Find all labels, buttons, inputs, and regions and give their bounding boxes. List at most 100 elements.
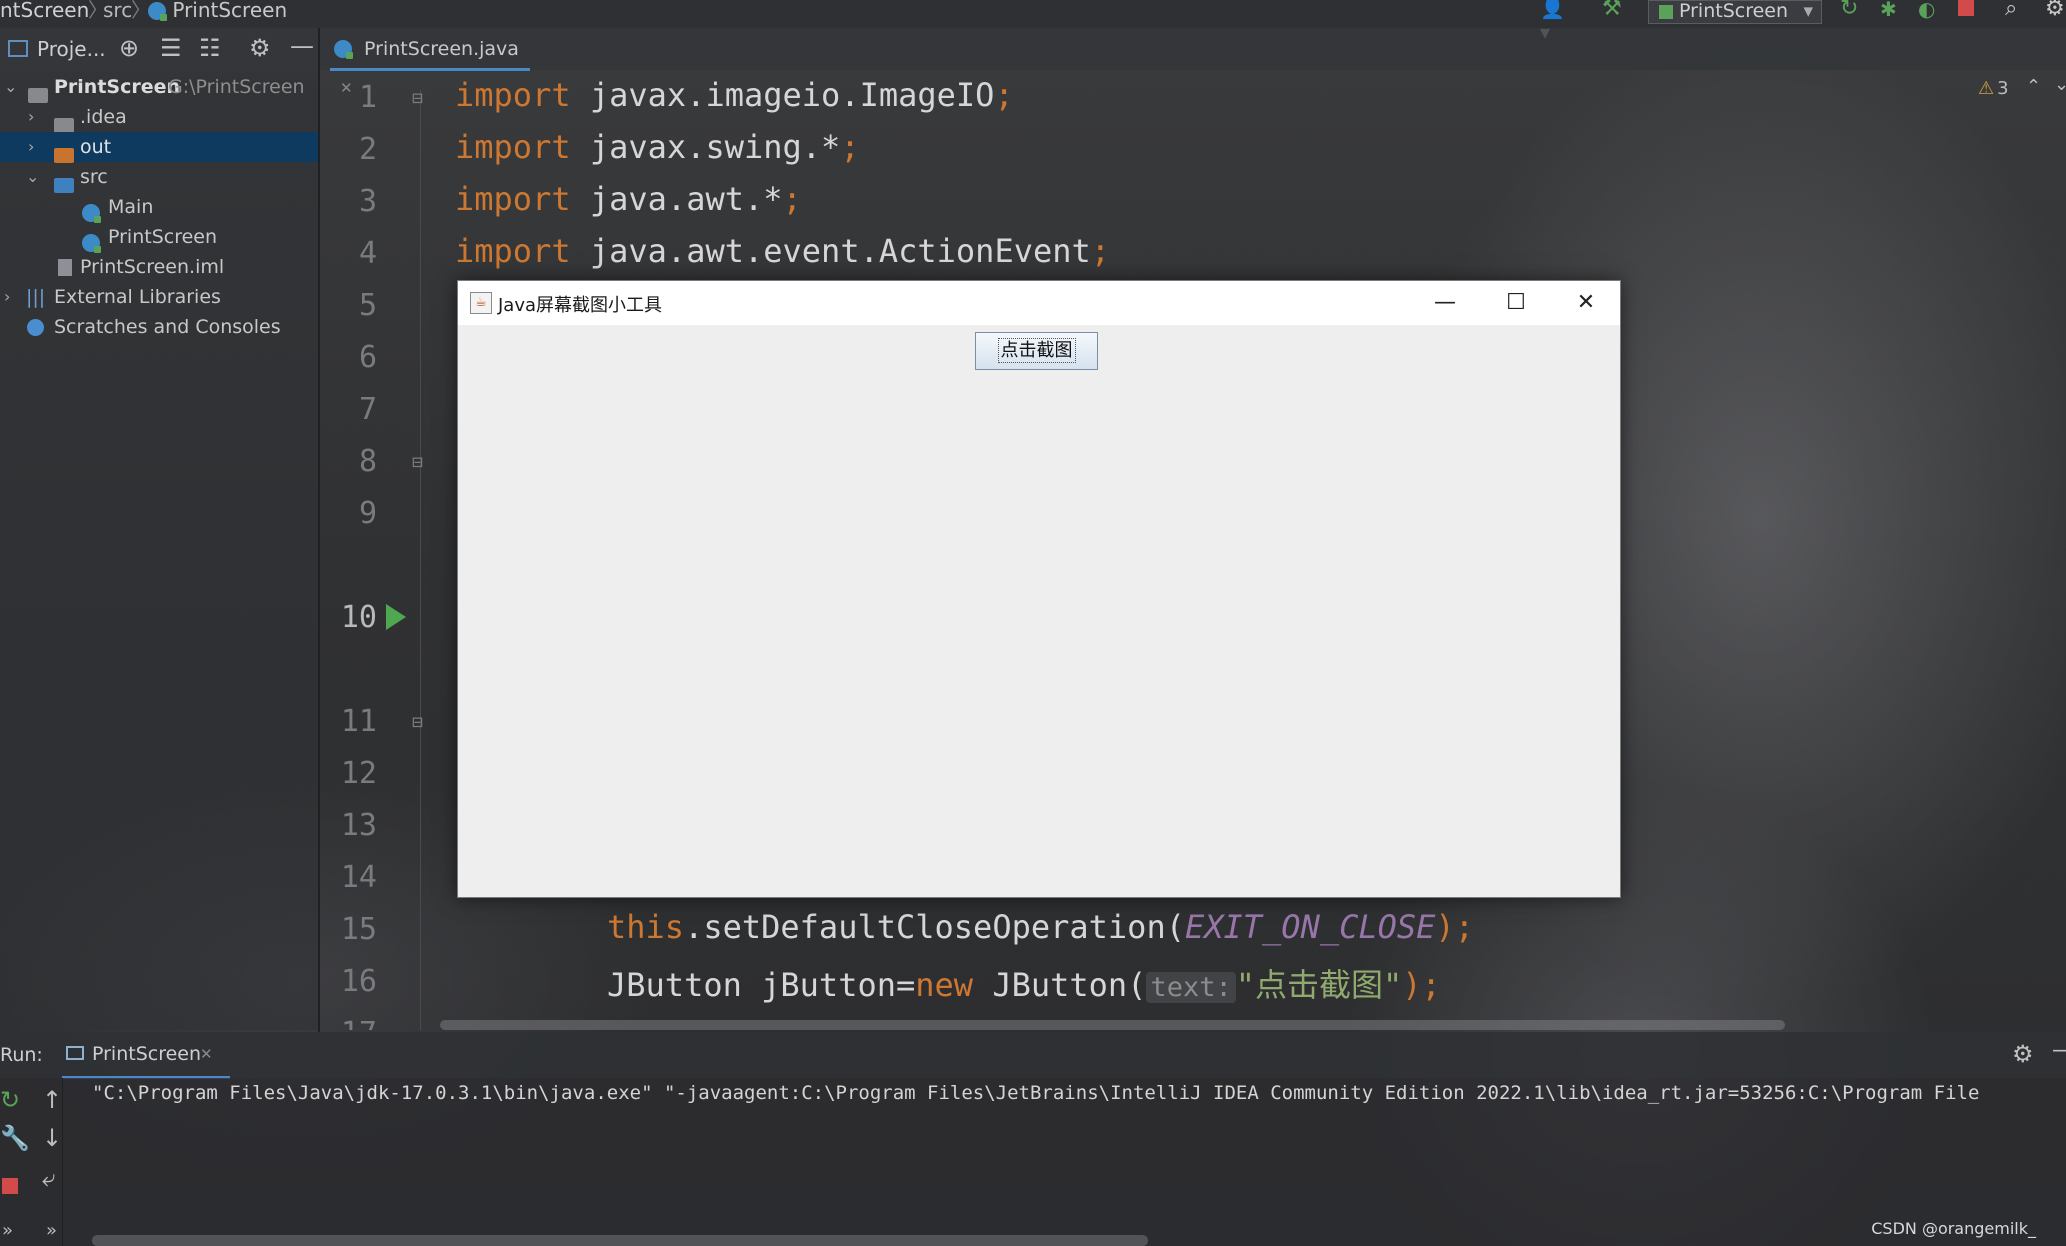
fold-marker-icon[interactable]: ⊟ — [412, 712, 423, 733]
line-number: 16 — [340, 964, 377, 999]
expand-all-icon[interactable]: ☰ — [160, 34, 182, 62]
tree-item-scratches[interactable]: Scratches and Consoles — [0, 312, 318, 342]
code-line: this.setDefaultCloseOperation(EXIT_ON_CL… — [607, 908, 1474, 946]
arrow-down-icon[interactable]: ↓ — [42, 1124, 62, 1152]
settings-gear-icon[interactable]: ⚙ — [2045, 0, 2066, 21]
run-configuration-select[interactable]: PrintScreen ▾ — [1648, 0, 1822, 24]
tree-item-main[interactable]: Main — [0, 192, 318, 223]
editor-horizontal-scrollbar[interactable] — [440, 1020, 1785, 1030]
line-number: 14 — [340, 860, 377, 895]
code-line: import java.awt.*; — [455, 180, 802, 218]
locate-target-icon[interactable]: ⊕ — [119, 34, 139, 62]
fold-marker-icon[interactable]: ⊟ — [412, 452, 423, 473]
java-class-icon — [148, 2, 167, 21]
rerun-icon[interactable]: ↻ — [1840, 0, 1862, 21]
run-gutter-icon[interactable] — [386, 604, 406, 630]
chevron-down-icon[interactable]: ⌄ — [2054, 74, 2066, 95]
code-line: import javax.imageio.ImageIO; — [455, 76, 1014, 114]
java-app-window: ☕ Java屏幕截图小工具 — ☐ ✕ 点击截图 — [457, 280, 1621, 898]
tree-item-out[interactable]: › out — [0, 132, 318, 163]
tree-item-printscreen-class[interactable]: PrintScreen — [0, 222, 318, 253]
hide-panel-icon[interactable]: — — [2052, 1038, 2066, 1063]
fold-marker-icon[interactable]: ⊟ — [412, 88, 423, 109]
parameter-hint: text: — [1146, 972, 1236, 1003]
project-panel-header: Proje... ⊕ ☰ ☷ ⚙ — — [0, 28, 318, 70]
project-tree: ⌄ PrintScreen G:\PrintScreen › .idea › o… — [0, 70, 318, 1030]
editor-tab-bar — [320, 28, 2066, 70]
console-toolbar-divider — [62, 1078, 63, 1246]
line-number: 1 — [358, 80, 377, 115]
chevron-down-icon[interactable]: ⌄ — [26, 162, 39, 192]
excluded-folder-icon — [54, 148, 74, 163]
close-tab-icon[interactable]: ✕ — [200, 1045, 213, 1063]
tab-printscreen-java[interactable]: PrintScreen.java ✕ — [330, 30, 530, 97]
settings-gear-icon[interactable]: ⚙ — [2012, 1040, 2034, 1068]
line-number: 7 — [358, 392, 377, 427]
tree-item-idea[interactable]: › .idea — [0, 102, 318, 133]
java-class-icon — [82, 234, 101, 253]
module-folder-icon — [28, 88, 48, 103]
more-icon[interactable]: » — [2, 1220, 13, 1241]
code-line: JButton jButton=new JButton(text: "点击截图")… — [607, 966, 1441, 1004]
navigation-bar: ntScreen 〉 src 〉 PrintScreen 👤▾ ⚒ PrintS… — [0, 0, 2066, 44]
java-cup-icon: ☕ — [470, 292, 492, 314]
line-number: 10 — [340, 600, 377, 635]
build-hammer-icon[interactable]: ⚒ — [1602, 0, 1624, 21]
chevron-right-icon[interactable]: › — [28, 132, 34, 162]
line-number: 15 — [340, 912, 377, 947]
breadcrumb-folder[interactable]: src — [103, 0, 132, 20]
line-number: 2 — [358, 132, 377, 167]
chevron-down-icon[interactable]: ⌄ — [4, 72, 17, 102]
hide-panel-icon[interactable]: — — [290, 32, 314, 60]
rerun-icon[interactable]: ↻ — [0, 1086, 20, 1114]
chevron-right-icon[interactable]: › — [4, 282, 10, 312]
collapse-all-icon[interactable]: ☷ — [199, 34, 221, 62]
console-icon — [66, 1046, 84, 1060]
line-number: 8 — [358, 444, 377, 479]
tree-item-printscreen-root[interactable]: ⌄ PrintScreen G:\PrintScreen — [0, 72, 318, 103]
line-number: 17 — [332, 1016, 377, 1030]
line-number: 6 — [358, 340, 377, 375]
line-number: 11 — [340, 704, 377, 739]
breadcrumb-file[interactable]: PrintScreen — [148, 0, 287, 21]
scratches-icon — [27, 319, 44, 336]
tree-item-iml-file[interactable]: PrintScreen.iml — [0, 252, 318, 282]
chevron-up-icon[interactable]: ⌃ — [2026, 76, 2041, 97]
line-number: 13 — [340, 808, 377, 843]
folder-icon — [54, 118, 74, 133]
arrow-up-icon[interactable]: ↑ — [42, 1086, 62, 1114]
run-panel-label: Run: — [0, 1044, 43, 1066]
screenshot-button[interactable]: 点击截图 — [975, 332, 1098, 370]
user-icon[interactable]: 👤▾ — [1540, 0, 1565, 44]
line-number: 12 — [340, 756, 377, 791]
stop-icon[interactable] — [1958, 0, 1974, 16]
code-line: import javax.swing.*; — [455, 128, 860, 166]
wrench-icon[interactable]: 🔧 — [0, 1124, 30, 1152]
project-panel-title[interactable]: Proje... — [37, 37, 106, 61]
window-title-bar[interactable]: ☕ Java屏幕截图小工具 — ☐ ✕ — [458, 281, 1620, 325]
search-icon[interactable]: ⌕ — [2005, 0, 2027, 21]
line-number: 3 — [358, 184, 377, 219]
tree-item-external-libraries[interactable]: › ||| External Libraries — [0, 282, 318, 312]
project-window-icon — [8, 40, 28, 57]
soft-wrap-icon[interactable]: ⤶ — [42, 1164, 55, 1192]
console-horizontal-scrollbar[interactable] — [92, 1235, 1148, 1246]
minimize-button[interactable]: — — [1411, 281, 1479, 325]
breadcrumb-project[interactable]: ntScreen — [0, 0, 89, 20]
stop-icon[interactable] — [2, 1178, 18, 1194]
close-button[interactable]: ✕ — [1552, 281, 1620, 325]
window-title: Java屏幕截图小工具 — [498, 295, 663, 316]
tree-item-src[interactable]: ⌄ src — [0, 162, 318, 193]
console-output-line: "C:\Program Files\Java\jdk-17.0.3.1\bin\… — [92, 1082, 1980, 1104]
chevron-right-icon[interactable]: › — [28, 102, 34, 132]
maximize-button[interactable]: ☐ — [1482, 281, 1550, 325]
chevron-down-icon: ▾ — [1803, 0, 1813, 22]
more-icon[interactable]: » — [46, 1220, 57, 1241]
options-gear-icon[interactable]: ⚙ — [249, 34, 271, 62]
warning-indicator[interactable]: ⚠ 3 — [1978, 78, 2009, 99]
tab-run-printscreen[interactable]: PrintScreen ✕ — [62, 1032, 230, 1079]
line-number: 9 — [358, 496, 377, 531]
debug-bug-icon[interactable]: ✱ — [1880, 0, 1902, 21]
source-folder-icon — [54, 178, 74, 193]
run-with-coverage-icon[interactable]: ◐ — [1918, 0, 1940, 21]
